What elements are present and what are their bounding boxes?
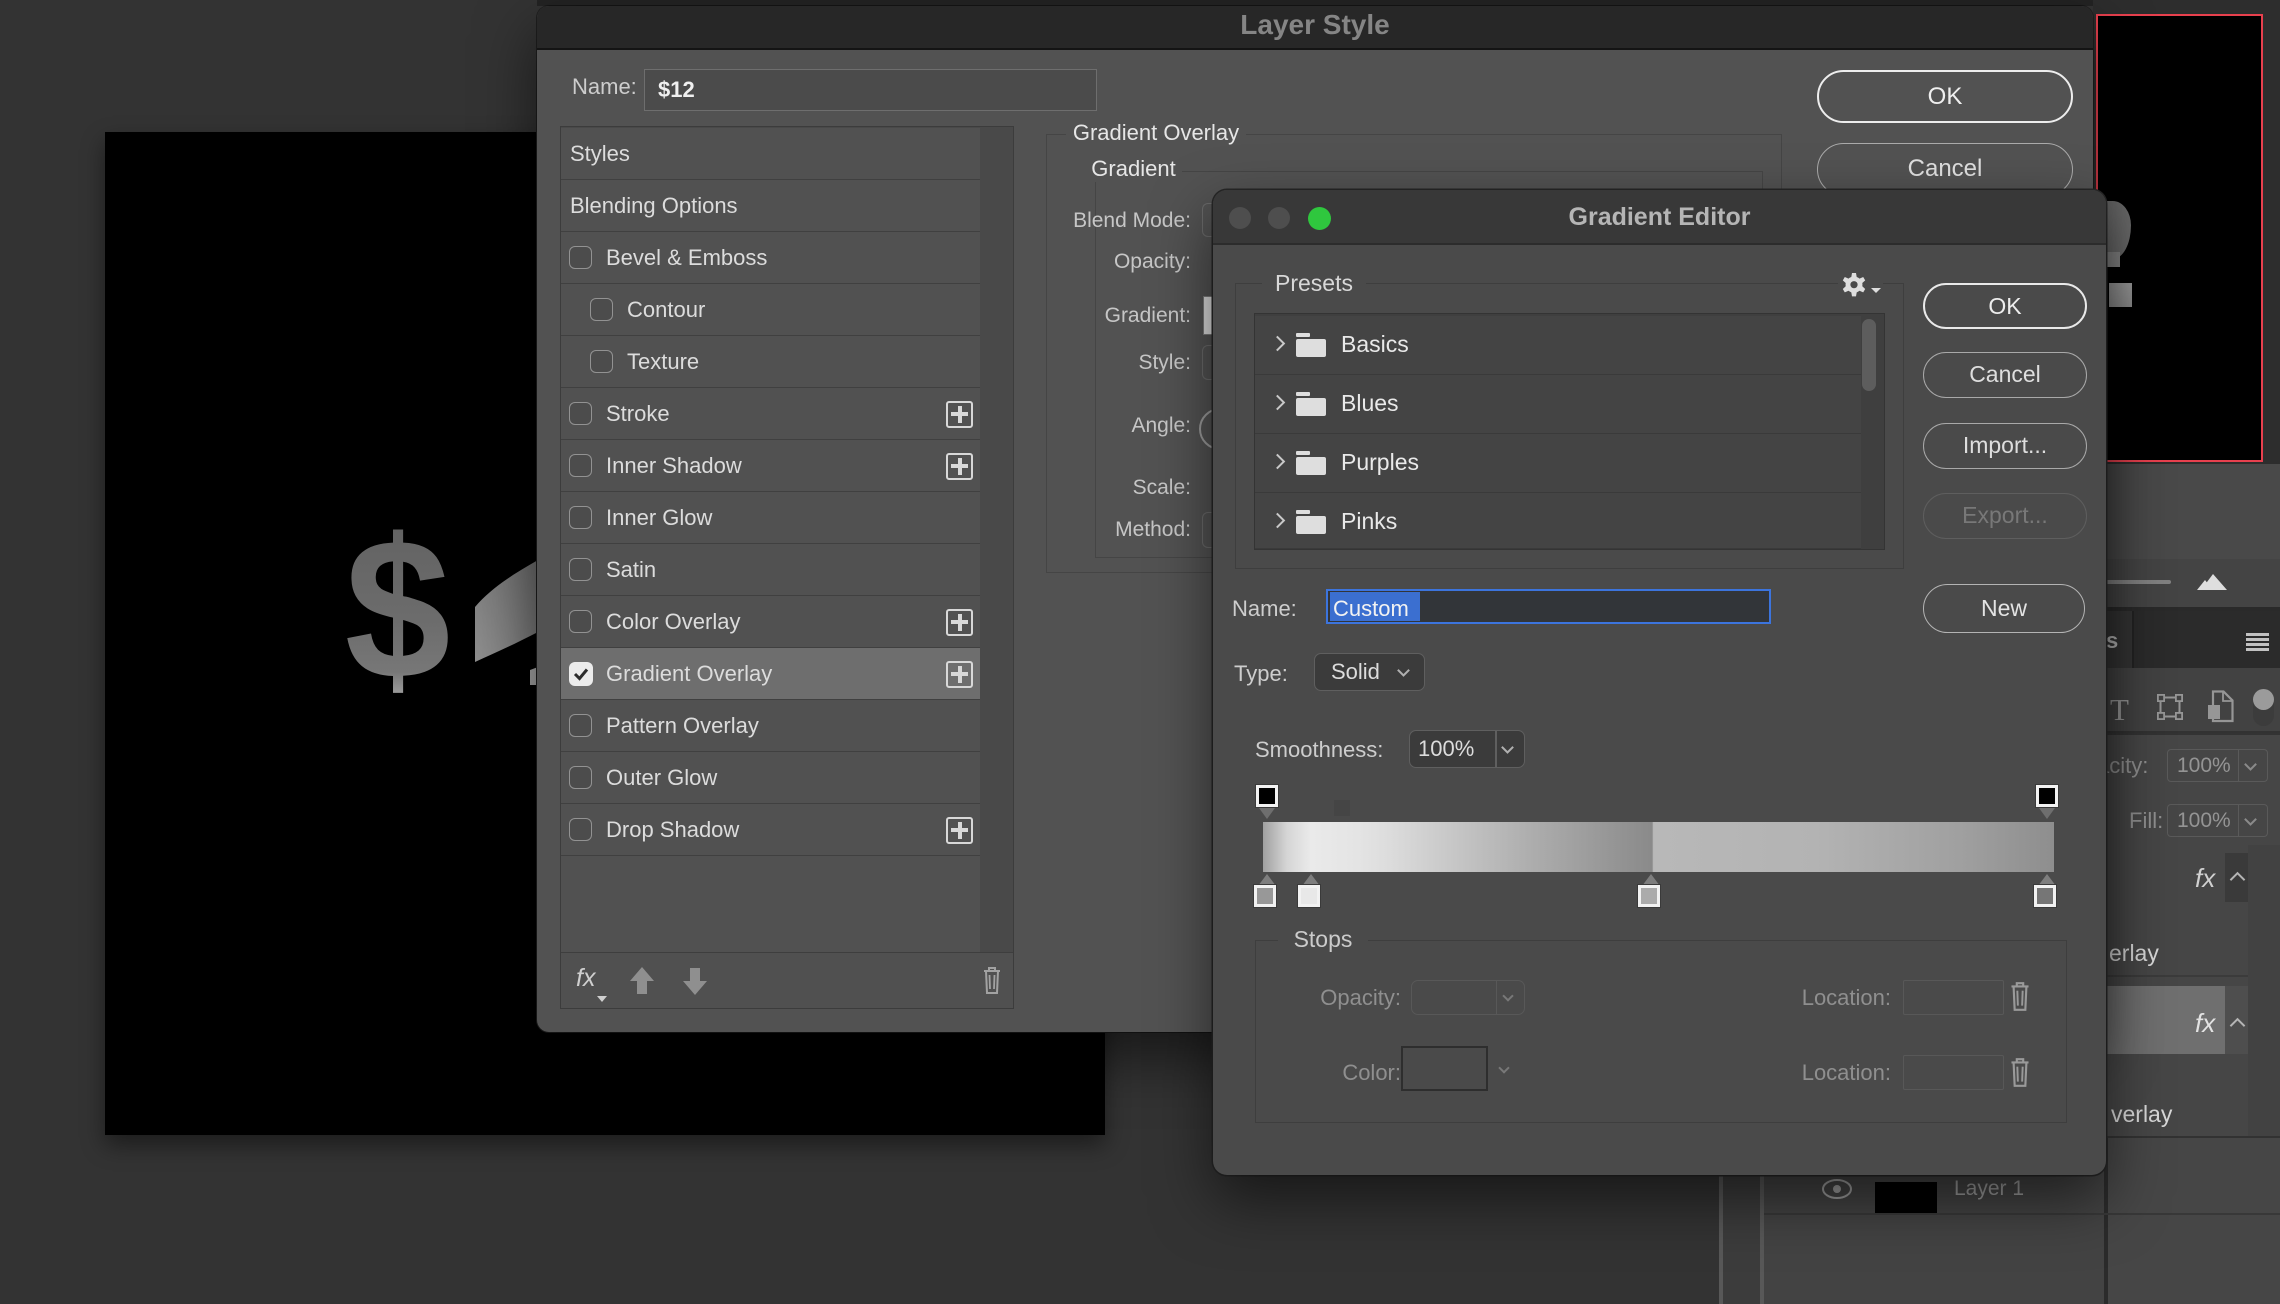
svg-text:$: $	[345, 498, 451, 722]
